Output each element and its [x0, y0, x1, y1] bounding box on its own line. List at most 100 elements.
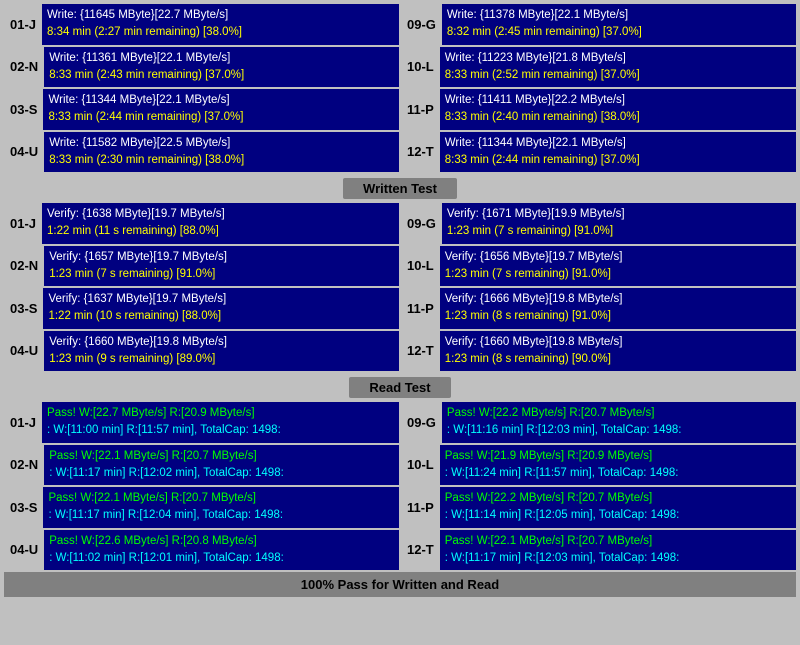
left-line1-2: Pass! W:[22.1 MByte/s] R:[20.7 MByte/s] [48, 490, 394, 507]
right-cell-10-l: 10-LWrite: {11223 MByte}[21.8 MByte/s]8:… [401, 47, 796, 88]
right-id-10-l: 10-L [401, 47, 440, 88]
right-id-09-g: 09-G [401, 402, 442, 443]
left-line2-2: : W:[11:17 min] R:[12:04 min], TotalCap:… [48, 507, 394, 524]
left-cell-03-s: 03-SWrite: {11344 MByte}[22.1 MByte/s]8:… [4, 89, 399, 130]
left-line2-1: : W:[11:17 min] R:[12:02 min], TotalCap:… [49, 465, 394, 482]
left-id-01-j: 01-J [4, 203, 42, 244]
right-line1-1: Pass! W:[21.9 MByte/s] R:[20.9 MByte/s] [445, 448, 791, 465]
right-data-11-p: Verify: {1666 MByte}[19.8 MByte/s]1:23 m… [440, 288, 796, 329]
table-row: 04-UVerify: {1660 MByte}[19.8 MByte/s]1:… [4, 331, 796, 372]
left-line1-0: Pass! W:[22.7 MByte/s] R:[20.9 MByte/s] [47, 405, 394, 422]
left-data-03-s: Write: {11344 MByte}[22.1 MByte/s]8:33 m… [43, 89, 399, 130]
left-cell-04-u: 04-U Pass! W:[22.6 MByte/s] R:[20.8 MByte… [4, 530, 399, 571]
left-data-02-n: Verify: {1657 MByte}[19.7 MByte/s]1:23 m… [44, 246, 399, 287]
right-data-11-p: Write: {11411 MByte}[22.2 MByte/s]8:33 m… [440, 89, 796, 130]
left-data-03-s: Pass! W:[22.1 MByte/s] R:[20.7 MByte/s]:… [43, 487, 399, 528]
table-row: 01-JWrite: {11645 MByte}[22.7 MByte/s]8:… [4, 4, 796, 45]
table-row: 04-U Pass! W:[22.6 MByte/s] R:[20.8 MByte… [4, 530, 796, 571]
right-data-09-g: Pass! W:[22.2 MByte/s] R:[20.7 MByte/s]:… [442, 402, 796, 443]
left-line2-1: 1:23 min (7 s remaining) [91.0%] [49, 266, 394, 283]
write-section: 01-JWrite: {11645 MByte}[22.7 MByte/s]8:… [4, 4, 796, 172]
verify-section: 01-JVerify: {1638 MByte}[19.7 MByte/s]1:… [4, 203, 796, 371]
left-id-02-n: 02-N [4, 445, 44, 486]
table-row: 02-NVerify: {1657 MByte}[19.7 MByte/s]1:… [4, 246, 796, 287]
table-row: 03-SWrite: {11344 MByte}[22.1 MByte/s]8:… [4, 89, 796, 130]
left-data-01-j: Write: {11645 MByte}[22.7 MByte/s]8:34 m… [42, 4, 399, 45]
left-data-03-s: Verify: {1637 MByte}[19.7 MByte/s]1:22 m… [43, 288, 399, 329]
right-line2-1: : W:[11:24 min] R:[11:57 min], TotalCap:… [445, 465, 791, 482]
left-id-04-u: 04-U [4, 132, 44, 173]
right-line1-2: Pass! W:[22.2 MByte/s] R:[20.7 MByte/s] [445, 490, 791, 507]
right-data-12-t: Write: {11344 MByte}[22.1 MByte/s]8:33 m… [440, 132, 796, 173]
left-line2-0: 8:34 min (2:27 min remaining) [38.0%] [47, 24, 394, 41]
right-id-10-l: 10-L [401, 246, 440, 287]
right-line2-3: 8:33 min (2:44 min remaining) [37.0%] [445, 152, 791, 169]
left-line1-3: Pass! W:[22.6 MByte/s] R:[20.8 MByte/s] [49, 533, 394, 550]
left-id-04-u: 04-U [4, 530, 44, 571]
left-id-04-u: 04-U [4, 331, 44, 372]
left-id-03-s: 03-S [4, 487, 43, 528]
left-line1-1: Pass! W:[22.1 MByte/s] R:[20.7 MByte/s] [49, 448, 394, 465]
right-cell-09-g: 09-GPass! W:[22.2 MByte/s] R:[20.7 MByte… [401, 402, 796, 443]
left-cell-04-u: 04-U Write: {11582 MByte}[22.5 MByte/s]8:… [4, 132, 399, 173]
left-line1-0: Write: {11645 MByte}[22.7 MByte/s] [47, 7, 394, 24]
right-data-11-p: Pass! W:[22.2 MByte/s] R:[20.7 MByte/s]:… [440, 487, 796, 528]
right-line1-3: Write: {11344 MByte}[22.1 MByte/s] [445, 135, 791, 152]
right-id-12-t: 12-T [401, 530, 440, 571]
right-data-10-l: Write: {11223 MByte}[21.8 MByte/s]8:33 m… [440, 47, 796, 88]
left-data-02-n: Pass! W:[22.1 MByte/s] R:[20.7 MByte/s]:… [44, 445, 399, 486]
left-cell-03-s: 03-SPass! W:[22.1 MByte/s] R:[20.7 MByte… [4, 487, 399, 528]
left-line1-3: Verify: {1660 MByte}[19.8 MByte/s] [49, 334, 394, 351]
left-id-03-s: 03-S [4, 89, 43, 130]
right-data-12-t: Pass! W:[22.1 MByte/s] R:[20.7 MByte/s]:… [440, 530, 796, 571]
main-container: 01-JWrite: {11645 MByte}[22.7 MByte/s]8:… [0, 0, 800, 601]
write-rows: 01-JWrite: {11645 MByte}[22.7 MByte/s]8:… [4, 4, 796, 172]
left-line2-2: 8:33 min (2:44 min remaining) [37.0%] [48, 109, 394, 126]
left-cell-01-j: 01-JPass! W:[22.7 MByte/s] R:[20.9 MByte… [4, 402, 399, 443]
left-data-01-j: Pass! W:[22.7 MByte/s] R:[20.9 MByte/s]:… [42, 402, 399, 443]
read-rows: 01-JPass! W:[22.7 MByte/s] R:[20.9 MByte… [4, 402, 796, 570]
right-id-11-p: 11-P [401, 487, 440, 528]
right-line1-2: Write: {11411 MByte}[22.2 MByte/s] [445, 92, 791, 109]
left-data-02-n: Write: {11361 MByte}[22.1 MByte/s]8:33 m… [44, 47, 399, 88]
table-row: 04-UWrite: {11582 MByte}[22.5 MByte/s]8:… [4, 132, 796, 173]
right-id-10-l: 10-L [401, 445, 440, 486]
right-line2-2: : W:[11:14 min] R:[12:05 min], TotalCap:… [445, 507, 791, 524]
right-line2-0: 8:32 min (2:45 min remaining) [37.0%] [447, 24, 791, 41]
right-data-09-g: Verify: {1671 MByte}[19.9 MByte/s]1:23 m… [442, 203, 796, 244]
left-line1-3: Write: {11582 MByte}[22.5 MByte/s] [49, 135, 394, 152]
written-test-divider: Written Test [4, 174, 796, 203]
left-line2-0: 1:22 min (11 s remaining) [88.0%] [47, 223, 394, 240]
left-cell-02-n: 02-NVerify: {1657 MByte}[19.7 MByte/s]1:… [4, 246, 399, 287]
left-id-01-j: 01-J [4, 402, 42, 443]
left-data-01-j: Verify: {1638 MByte}[19.7 MByte/s]1:22 m… [42, 203, 399, 244]
right-cell-10-l: 10-L Pass! W:[21.9 MByte/s] R:[20.9 MByte… [401, 445, 796, 486]
right-line2-2: 8:33 min (2:40 min remaining) [38.0%] [445, 109, 791, 126]
left-line1-2: Verify: {1637 MByte}[19.7 MByte/s] [48, 291, 394, 308]
right-data-09-g: Write: {11378 MByte}[22.1 MByte/s]8:32 m… [442, 4, 796, 45]
left-cell-02-n: 02-NPass! W:[22.1 MByte/s] R:[20.7 MByte… [4, 445, 399, 486]
left-id-01-j: 01-J [4, 4, 42, 45]
right-line1-3: Pass! W:[22.1 MByte/s] R:[20.7 MByte/s] [445, 533, 791, 550]
right-line1-1: Verify: {1656 MByte}[19.7 MByte/s] [445, 249, 791, 266]
left-line2-3: 8:33 min (2:30 min remaining) [38.0%] [49, 152, 394, 169]
right-cell-12-t: 12-TWrite: {11344 MByte}[22.1 MByte/s]8:… [401, 132, 796, 173]
table-row: 03-SVerify: {1637 MByte}[19.7 MByte/s]1:… [4, 288, 796, 329]
left-cell-01-j: 01-JWrite: {11645 MByte}[22.7 MByte/s]8:… [4, 4, 399, 45]
right-cell-09-g: 09-GWrite: {11378 MByte}[22.1 MByte/s]8:… [401, 4, 796, 45]
left-line2-0: : W:[11:00 min] R:[11:57 min], TotalCap:… [47, 422, 394, 439]
left-line2-1: 8:33 min (2:43 min remaining) [37.0%] [49, 67, 394, 84]
table-row: 02-NPass! W:[22.1 MByte/s] R:[20.7 MByte… [4, 445, 796, 486]
right-line2-1: 1:23 min (7 s remaining) [91.0%] [445, 266, 791, 283]
left-id-03-s: 03-S [4, 288, 43, 329]
left-line1-2: Write: {11344 MByte}[22.1 MByte/s] [48, 92, 394, 109]
right-line1-0: Write: {11378 MByte}[22.1 MByte/s] [447, 7, 791, 24]
right-cell-11-p: 11-PWrite: {11411 MByte}[22.2 MByte/s]8:… [401, 89, 796, 130]
footer-bar: 100% Pass for Written and Read [4, 572, 796, 597]
verify-rows: 01-JVerify: {1638 MByte}[19.7 MByte/s]1:… [4, 203, 796, 371]
left-id-02-n: 02-N [4, 246, 44, 287]
right-cell-12-t: 12-TVerify: {1660 MByte}[19.8 MByte/s]1:… [401, 331, 796, 372]
right-cell-12-t: 12-TPass! W:[22.1 MByte/s] R:[20.7 MByte… [401, 530, 796, 571]
right-data-10-l: Verify: {1656 MByte}[19.7 MByte/s]1:23 m… [440, 246, 796, 287]
left-line1-1: Write: {11361 MByte}[22.1 MByte/s] [49, 50, 394, 67]
